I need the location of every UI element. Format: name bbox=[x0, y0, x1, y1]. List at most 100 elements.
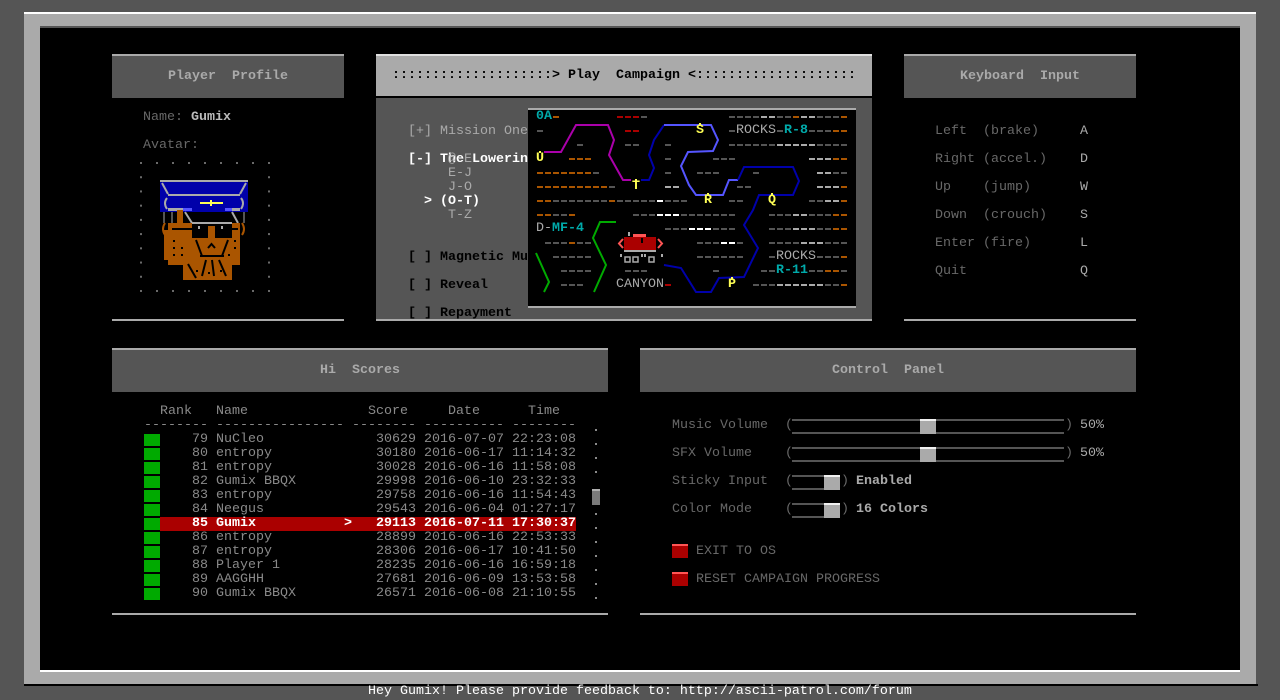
toggle-thumb[interactable] bbox=[824, 503, 840, 518]
slider-thumb[interactable] bbox=[920, 419, 936, 434]
scrollbar-thumb[interactable] bbox=[592, 488, 600, 505]
hiscore-row[interactable]: 83 entropy 29758 2016-06-16 11:54:43 bbox=[144, 489, 576, 503]
hiscore-row[interactable]: 82 Gumix BBQX 29998 2016-06-10 23:32:33 bbox=[144, 475, 576, 489]
hiscore-rank: 83 bbox=[192, 488, 208, 503]
hiscore-date: 2016-07-07 bbox=[424, 432, 504, 447]
avatar-frame-dot bbox=[268, 218, 270, 221]
hiscore-row[interactable]: 89 AAGGHH 27681 2016-06-09 13:53:58 bbox=[144, 573, 576, 587]
checkpoint-s[interactable]: S bbox=[696, 123, 704, 138]
scrollbar-track-dot[interactable] bbox=[595, 597, 597, 599]
map-zone-separator: - bbox=[544, 221, 552, 236]
terrain-dash bbox=[729, 256, 735, 258]
scrollbar-track-dot[interactable] bbox=[595, 527, 597, 529]
segment-item[interactable]: E-J bbox=[448, 167, 472, 181]
hiscore-row[interactable]: 86 entropy 28899 2016-06-16 22:53:33 bbox=[144, 531, 576, 545]
terrain-dash bbox=[817, 270, 823, 272]
keybinding-key[interactable]: L bbox=[1080, 237, 1088, 251]
hiscore-row[interactable]: 90 Gumix BBQX 26571 2016-06-08 21:10:55 bbox=[144, 587, 576, 601]
column-header-rank[interactable]: Rank bbox=[160, 405, 192, 419]
terrain-dash bbox=[769, 284, 775, 286]
scrollbar-track-dot[interactable] bbox=[595, 583, 597, 585]
scrollbar-track-dot[interactable] bbox=[595, 541, 597, 543]
reset-button-label[interactable]: RESET CAMPAIGN PROGRESS bbox=[696, 573, 880, 587]
mission-magnetic-mud[interactable]: [ ] Magnetic Mud bbox=[392, 237, 536, 265]
hiscore-row[interactable]: 79 NuCleo 30629 2016-07-07 22:23:08 bbox=[144, 433, 576, 447]
column-header-name[interactable]: Name bbox=[216, 405, 248, 419]
mission-expand-toggle[interactable]: [+] bbox=[408, 124, 432, 139]
column-header-date[interactable]: Date bbox=[448, 405, 480, 419]
avatar-frame-dot bbox=[268, 289, 270, 292]
scrollbar-track-dot[interactable] bbox=[595, 569, 597, 571]
terrain-dash bbox=[777, 130, 783, 132]
avatar-label: Avatar: bbox=[143, 138, 199, 153]
keybinding-key[interactable]: S bbox=[1080, 209, 1088, 223]
rank-badge-icon bbox=[144, 574, 160, 586]
scrollbar-track-dot[interactable] bbox=[595, 555, 597, 557]
segment-item[interactable]: T-Z bbox=[448, 209, 472, 223]
exit-button-icon[interactable] bbox=[672, 544, 688, 558]
mission-collapse-toggle[interactable]: [-] bbox=[408, 152, 432, 167]
keybinding-key[interactable]: Q bbox=[1080, 265, 1088, 279]
music-volume-slider[interactable] bbox=[792, 419, 1064, 434]
scrollbar-track-dot[interactable] bbox=[595, 457, 597, 459]
mission-reveal[interactable]: [ ] Reveal bbox=[392, 265, 488, 293]
column-header-time[interactable]: Time bbox=[528, 405, 560, 419]
keybinding-key[interactable]: A bbox=[1080, 125, 1088, 139]
hiscore-date: 2016-06-16 bbox=[424, 488, 504, 503]
hiscore-time: 10:41:50 bbox=[512, 544, 576, 559]
keybinding-action: Enter bbox=[935, 236, 975, 251]
checkpoint-r[interactable]: R bbox=[704, 193, 712, 208]
avatar-frame-dot bbox=[252, 289, 254, 292]
sticky-input-toggle[interactable] bbox=[792, 475, 840, 490]
segment-item[interactable]: @-E bbox=[448, 153, 472, 167]
terrain-dash bbox=[585, 186, 591, 188]
scrollbar-track-dot[interactable] bbox=[595, 443, 597, 445]
avatar[interactable] bbox=[136, 156, 276, 296]
hiscore-row[interactable]: 84 Neegus 29543 2016-06-04 01:27:17 bbox=[144, 503, 576, 517]
terrain-dash bbox=[777, 214, 783, 216]
terrain-dash bbox=[753, 116, 759, 118]
checkpoint-p[interactable]: P bbox=[728, 277, 736, 292]
rank-badge-icon bbox=[144, 560, 160, 572]
terrain-dash bbox=[729, 214, 735, 216]
player-name[interactable]: Gumix bbox=[191, 111, 231, 125]
hiscore-row[interactable]: 80 entropy 30180 2016-06-17 11:14:32 bbox=[144, 447, 576, 461]
reset-button-icon[interactable] bbox=[672, 572, 688, 586]
terrain-dash bbox=[641, 200, 647, 202]
slider-thumb[interactable] bbox=[920, 447, 936, 462]
scrollbar-track-dot[interactable] bbox=[595, 429, 597, 431]
keybinding-key[interactable]: D bbox=[1080, 153, 1088, 167]
mission-repayment[interactable]: [ ] Repayment bbox=[392, 293, 512, 321]
terrain-dash bbox=[809, 284, 815, 286]
keybinding-key[interactable]: W bbox=[1080, 181, 1088, 195]
hiscore-name: NuCleo bbox=[216, 432, 264, 447]
hiscore-row[interactable]: 81 entropy 30028 2016-06-16 11:58:08 bbox=[144, 461, 576, 475]
hiscore-row-selected[interactable]: 85 Gumix >29113 2016-07-11 17:30:37 bbox=[144, 517, 576, 531]
mission-mission-one[interactable]: [+] Mission One bbox=[392, 111, 528, 139]
terrain-dash bbox=[665, 158, 671, 160]
toggle-thumb[interactable] bbox=[824, 475, 840, 490]
avatar-frame-dot bbox=[140, 261, 142, 264]
panel-footer-control-panel bbox=[640, 613, 1136, 615]
hiscore-row[interactable]: 87 entropy 28306 2016-06-17 10:41:50 bbox=[144, 545, 576, 559]
feedback-message[interactable]: Hey Gumix! Please provide feedback to: h… bbox=[368, 685, 912, 699]
column-header-score[interactable]: Score bbox=[368, 405, 408, 419]
exit-button-label[interactable]: EXIT TO OS bbox=[696, 545, 776, 559]
checkpoint-u[interactable]: U bbox=[536, 151, 544, 166]
segment-item[interactable]: J-O bbox=[448, 181, 472, 195]
hiscore-row[interactable]: 88 Player 1 28235 2016-06-16 16:59:18 bbox=[144, 559, 576, 573]
sfx-volume-slider[interactable] bbox=[792, 447, 1064, 462]
color-mode-toggle[interactable] bbox=[792, 503, 840, 518]
segment-item-selected[interactable]: (O-T) bbox=[440, 195, 480, 209]
terrain-dash bbox=[809, 228, 815, 230]
avatar-hair bbox=[231, 211, 239, 224]
checkpoint-t[interactable]: T bbox=[632, 179, 640, 194]
terrain-dash bbox=[825, 144, 831, 146]
campaign-map[interactable]: 0A U S T R Q P ROCKS R-8 D - MF-4 ROCKS … bbox=[528, 108, 856, 308]
rank-badge-icon bbox=[144, 462, 160, 474]
scrollbar-track-dot[interactable] bbox=[595, 471, 597, 473]
checkpoint-q[interactable]: Q bbox=[768, 193, 776, 208]
rank-badge-icon bbox=[144, 434, 160, 446]
scrollbar-track-dot[interactable] bbox=[595, 513, 597, 515]
terrain-dash bbox=[705, 172, 711, 174]
